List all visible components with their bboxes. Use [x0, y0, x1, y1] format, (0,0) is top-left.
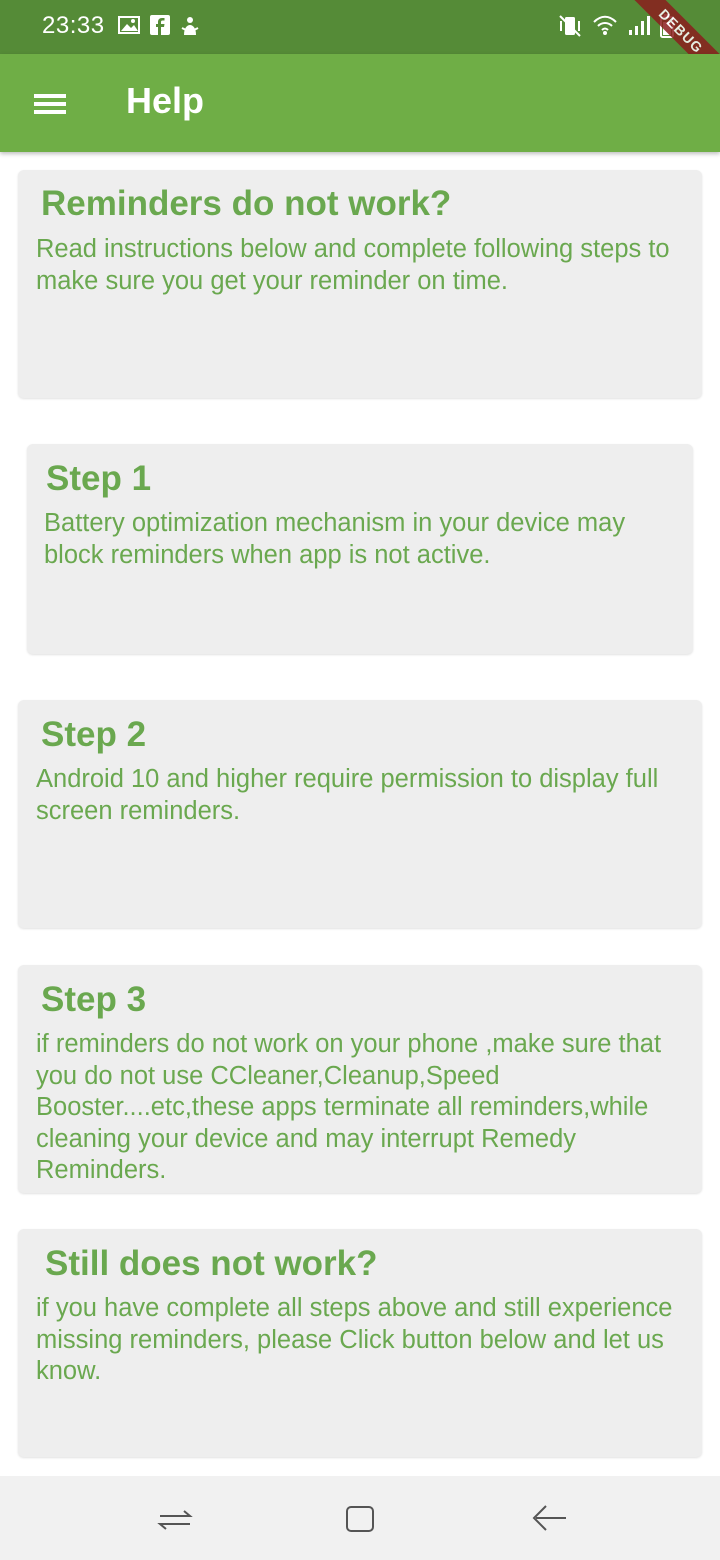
back-icon: [526, 1505, 574, 1548]
card-body: if you have complete all steps above and…: [36, 1294, 673, 1385]
card-body: Battery optimization mechanism in your d…: [44, 509, 626, 569]
wifi-icon: [592, 14, 618, 43]
card-body: Read instructions below and complete fol…: [36, 235, 670, 295]
home-button[interactable]: [336, 1496, 384, 1544]
card-body: if reminders do not work on your phone ,…: [36, 1030, 662, 1184]
recent-apps-button[interactable]: [151, 1496, 199, 1544]
signal-icon: [628, 14, 650, 43]
system-nav-bar: [0, 1476, 720, 1560]
status-bar: 23:33 DEBUG: [0, 0, 720, 92]
home-icon: [336, 1506, 384, 1548]
card-title: Step 3: [41, 980, 147, 1019]
card-title: Still does not work?: [45, 1244, 378, 1283]
card-title: Reminders do not work?: [41, 184, 452, 223]
step-2-card: Step 2 Android 10 and higher require per…: [18, 700, 702, 928]
app-bar: Help: [0, 54, 720, 152]
menu-icon: [26, 94, 74, 132]
intro-card: Reminders do not work? Read instructions…: [18, 170, 702, 398]
status-left-icons: [118, 15, 200, 42]
help-content: Reminders do not work? Read instructions…: [0, 152, 720, 1476]
step-3-card: Step 3 if reminders do not work on your …: [18, 965, 702, 1193]
page-title: Help: [126, 80, 205, 121]
card-title: Step 2: [41, 715, 147, 754]
recent-apps-icon: [151, 1510, 199, 1548]
card-body: Android 10 and higher require permission…: [36, 765, 659, 825]
back-button[interactable]: [526, 1496, 574, 1544]
vibrate-mute-icon: [558, 14, 582, 43]
menu-button[interactable]: [26, 80, 74, 128]
still-not-working-card: Still does not work? if you have complet…: [18, 1229, 702, 1457]
image-icon: [118, 15, 140, 42]
status-time: 23:33: [42, 12, 105, 39]
step-1-card: Step 1 Battery optimization mechanism in…: [27, 444, 693, 654]
facebook-icon: [150, 15, 170, 42]
card-title: Step 1: [46, 459, 152, 498]
notification-icon: [180, 15, 200, 42]
